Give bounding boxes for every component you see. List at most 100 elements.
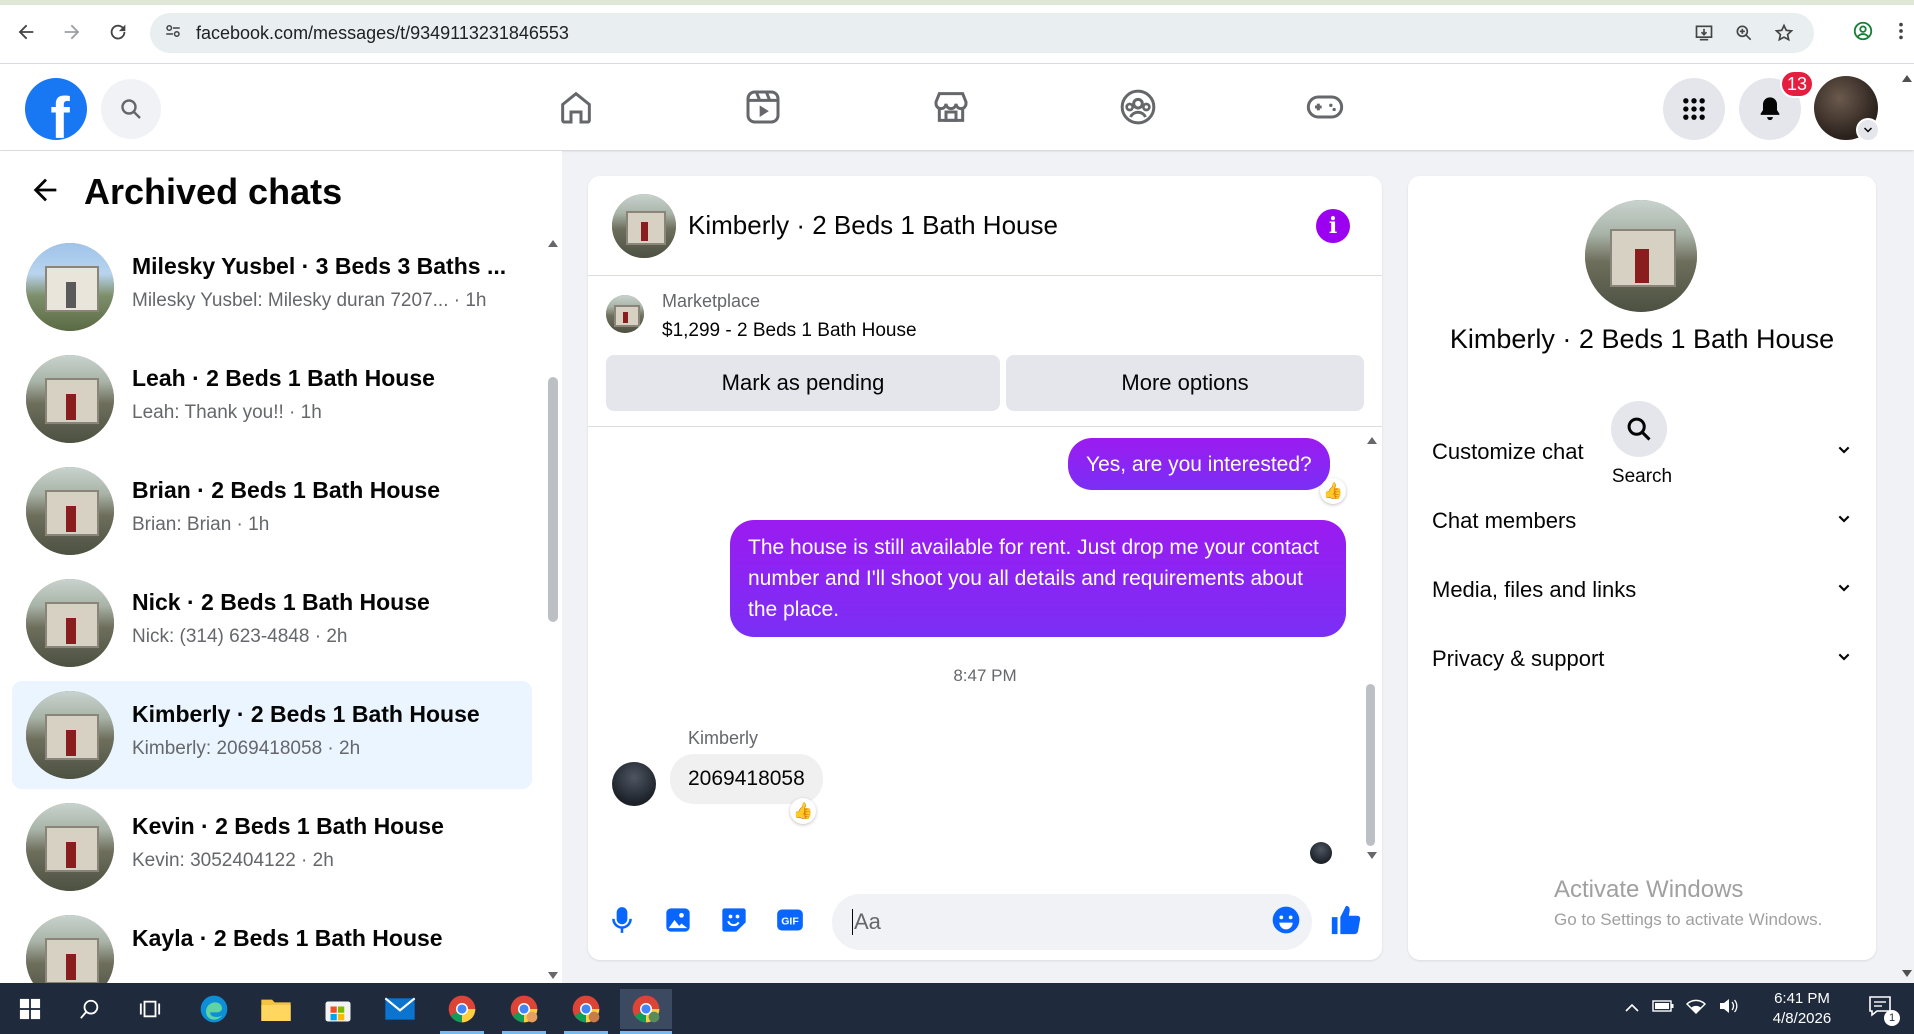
forward-icon[interactable] [52,12,92,52]
gaming-icon[interactable] [1280,64,1370,150]
message-composer: GIF Aa [588,884,1382,960]
page-scrollbar[interactable] [1898,66,1914,982]
url-text: facebook.com/messages/t/9349113231846553 [196,22,569,43]
menu-grid-icon[interactable] [1663,78,1725,140]
photo-icon[interactable] [660,902,696,938]
message-thread-scrollbar[interactable] [1366,684,1375,846]
marketplace-label: Marketplace [662,291,761,311]
chat-avatar [26,803,114,891]
privacy-support-section[interactable]: Privacy & support [1432,634,1852,684]
browser-menu-icon[interactable] [1898,20,1904,47]
site-settings-icon[interactable] [164,22,182,45]
battery-icon[interactable] [1652,999,1674,1018]
chat-preview: Brian: Brian · 1h [132,514,270,535]
video-icon[interactable] [718,64,808,150]
microphone-icon[interactable] [604,902,640,938]
conversation-details-avatar[interactable] [1585,200,1697,312]
marketplace-icon[interactable] [906,64,996,150]
thumbs-up-reaction-icon[interactable]: 👍 [1320,478,1346,504]
chat-list-item[interactable]: Leah · 2 Beds 1 Bath House Leah: Thank y… [12,345,532,453]
back-icon[interactable] [6,12,46,52]
search-icon[interactable] [101,79,161,139]
task-view-icon[interactable] [124,989,176,1029]
info-icon[interactable]: i [1316,209,1350,243]
chat-members-section[interactable]: Chat members [1432,496,1852,546]
mail-icon[interactable] [374,989,426,1029]
chat-name: Kayla · 2 Beds 1 Bath House [132,925,443,951]
gif-icon[interactable]: GIF [772,902,808,938]
zoom-icon[interactable] [1732,21,1756,45]
reload-icon[interactable] [98,12,138,52]
conversation-title[interactable]: Kimberly · 2 Beds 1 Bath House [688,210,1058,241]
conversation-details-panel: Kimberly · 2 Beds 1 Bath House Search Cu… [1408,176,1876,960]
clock-date: 4/8/2026 [1772,1009,1832,1027]
sticker-icon[interactable] [716,902,752,938]
chat-list-item[interactable]: Kayla · 2 Beds 1 Bath House [12,905,532,983]
chat-list-scrollbar[interactable] [548,377,558,622]
conversation-details-title: Kimberly · 2 Beds 1 Bath House [1449,324,1835,354]
scroll-up-arrow-icon[interactable] [547,235,559,253]
conversation-panel: Kimberly · 2 Beds 1 Bath House i Marketp… [588,176,1382,960]
windows-start-icon[interactable] [4,989,56,1029]
thumbs-up-reaction-icon[interactable]: 👍 [790,798,816,824]
scroll-up-arrow-icon[interactable] [1901,70,1913,88]
more-options-button[interactable]: More options [1006,355,1364,411]
sender-avatar[interactable] [612,762,656,806]
message-input[interactable]: Aa [832,894,1312,950]
bookmark-star-icon[interactable] [1772,21,1796,45]
file-explorer-icon[interactable] [250,989,302,1029]
chrome-profile-icon[interactable] [560,989,612,1029]
marketplace-listing-card: Marketplace $1,299 - 2 Beds 1 Bath House… [588,277,1382,427]
address-bar[interactable]: facebook.com/messages/t/9349113231846553 [150,13,1814,53]
chrome-profile-icon[interactable] [498,989,550,1029]
taskbar-search-icon[interactable] [64,989,116,1029]
listing-title[interactable]: $1,299 - 2 Beds 1 Bath House [662,320,917,342]
chevron-down-icon [1836,511,1852,532]
message-bubble-outgoing[interactable]: The house is still available for rent. J… [730,520,1346,637]
scroll-up-arrow-icon[interactable] [1366,432,1378,450]
scroll-down-arrow-icon[interactable] [547,968,559,983]
home-icon[interactable] [531,64,621,150]
conversation-avatar[interactable] [612,194,676,258]
show-hidden-icons-icon[interactable] [1624,1000,1640,1018]
chevron-down-icon [1836,649,1852,670]
scroll-down-arrow-icon[interactable] [1366,848,1378,866]
like-thumbs-up-icon[interactable] [1328,902,1364,938]
media-files-links-section[interactable]: Media, files and links [1432,565,1852,615]
svg-text:GIF: GIF [781,916,799,928]
chat-list-item[interactable]: Kevin · 2 Beds 1 Bath House Kevin: 30524… [12,793,532,901]
groups-icon[interactable] [1093,64,1183,150]
emoji-icon[interactable] [1268,902,1304,938]
message-input-placeholder: Aa [854,909,881,934]
message-bubble-outgoing[interactable]: Yes, are you interested? [1068,438,1330,490]
chrome-icon[interactable] [436,989,488,1029]
chat-name: Nick · 2 Beds 1 Bath House [132,589,430,615]
customize-chat-section[interactable]: Customize chat [1432,427,1852,477]
edge-browser-icon[interactable] [188,989,240,1029]
mark-as-pending-button[interactable]: Mark as pending [606,355,1000,411]
message-bubble-incoming[interactable]: 2069418058 [670,754,823,804]
wifi-icon[interactable] [1685,998,1707,1019]
microsoft-store-icon[interactable] [312,989,364,1029]
listing-thumbnail[interactable] [606,295,644,333]
install-app-icon[interactable] [1692,21,1716,45]
chevron-down-icon[interactable] [1856,118,1880,142]
message-thread: Yes, are you interested? 👍 The house is … [588,428,1382,868]
facebook-logo-icon[interactable]: f [25,78,87,140]
chat-name: Brian · 2 Beds 1 Bath House [132,477,441,503]
action-center-icon[interactable]: 1 [1868,995,1900,1026]
chat-preview: Nick: (314) 623-4848 · 2h [132,626,348,647]
taskbar-clock[interactable]: 6:41 PM 4/8/2026 [1754,989,1850,1029]
chat-name: Kimberly · 2 Beds 1 Bath House [132,701,480,727]
chat-list-item[interactable]: Milesky Yusbel · 3 Beds 3 Baths ... Mile… [12,233,532,341]
volume-icon[interactable] [1718,998,1738,1019]
chat-list-item[interactable]: Brian · 2 Beds 1 Bath House Brian: Brian… [12,457,532,565]
section-label: Media, files and links [1432,577,1637,602]
chrome-active-window-icon[interactable] [620,989,672,1029]
scroll-down-arrow-icon[interactable] [1901,966,1913,984]
watermark-title: Activate Windows [1554,876,1744,903]
profile-icon[interactable] [1852,20,1874,47]
back-arrow-icon[interactable] [28,173,62,212]
chat-list-item-active[interactable]: Kimberly · 2 Beds 1 Bath House Kimberly:… [12,681,532,789]
chat-list-item[interactable]: Nick · 2 Beds 1 Bath House Nick: (314) 6… [12,569,532,677]
